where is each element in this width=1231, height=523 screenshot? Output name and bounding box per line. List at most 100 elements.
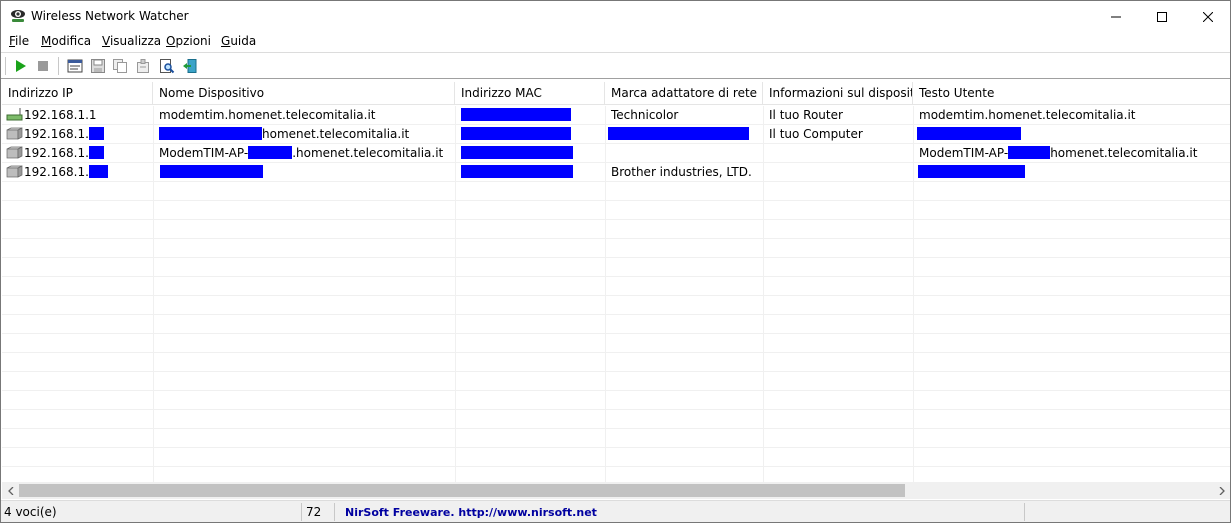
scroll-right-button[interactable] (1213, 482, 1230, 499)
column-header-adapter-brand[interactable]: Marca adattatore di rete (605, 82, 763, 105)
device-list[interactable]: Indirizzo IP Nome Dispositivo Indirizzo … (2, 82, 1230, 482)
column-header-mac[interactable]: Indirizzo MAC (455, 82, 605, 105)
redacted-block (88, 165, 108, 178)
cell-mac (455, 106, 605, 125)
table-row[interactable]: 192.168.1. homenet.telecomitalia.it Il t… (2, 125, 1230, 144)
stop-scan-button[interactable] (34, 57, 52, 75)
column-header-user-text[interactable]: Testo Utente (913, 82, 1230, 105)
redacted-block (88, 127, 104, 140)
table-row[interactable]: 192.168.1. ModemTIM-AP- .homenet.telecomi… (2, 144, 1230, 163)
menu-modifica[interactable]: Modifica (41, 34, 91, 48)
cell-mac (455, 163, 605, 182)
cell-ip: 192.168.1. (2, 163, 153, 182)
exit-button[interactable] (181, 57, 199, 75)
html-report-icon (67, 59, 83, 73)
maximize-button[interactable] (1139, 1, 1185, 32)
empty-row (2, 353, 1230, 372)
ip-address: 192.168.1. (24, 127, 89, 141)
cell-device-name: modemtim.homenet.telecomitalia.it (159, 108, 376, 122)
status-link-cell: NirSoft Freeware. http://www.nirsoft.net (335, 503, 1025, 521)
redacted-block (159, 127, 262, 140)
nirsoft-link[interactable]: NirSoft Freeware. http://www.nirsoft.net (345, 506, 597, 519)
redacted-block (917, 127, 1021, 140)
empty-row (2, 296, 1230, 315)
menu-file[interactable]: File (9, 34, 29, 48)
cell-mac (455, 144, 605, 163)
cell-device-info (763, 144, 913, 163)
redacted-block (461, 165, 573, 178)
cell-adapter-brand: Brother industries, LTD. (611, 165, 752, 179)
toolbar-separator (5, 57, 6, 75)
empty-row (2, 315, 1230, 334)
ip-address: 192.168.1. (24, 146, 89, 160)
cell-ip: 192.168.1. (2, 125, 153, 144)
stop-scan-icon (38, 61, 48, 71)
cell-user-text (913, 163, 1230, 182)
device-name-suffix: homenet.telecomitalia.it (262, 127, 410, 141)
redacted-block (1008, 146, 1051, 159)
column-header-ip[interactable]: Indirizzo IP (2, 82, 153, 105)
title-bar[interactable]: Wireless Network Watcher (1, 1, 1230, 32)
cell-device-name: ModemTIM-AP- .homenet.telecomitalia.it (153, 144, 455, 163)
close-icon (1203, 11, 1213, 22)
copy-icon (113, 59, 127, 73)
empty-row (2, 448, 1230, 467)
empty-row (2, 239, 1230, 258)
menu-bar: File Modifica Visualizza Opzioni Guida (1, 32, 1230, 52)
window-title: Wireless Network Watcher (31, 9, 189, 23)
cell-adapter-brand (605, 144, 763, 163)
table-row[interactable]: 192.168.1.1 modemtim.homenet.telecomital… (2, 106, 1230, 125)
user-text-prefix: ModemTIM-AP- (919, 146, 1009, 160)
menu-guida[interactable]: Guida (221, 34, 256, 48)
start-scan-button[interactable] (11, 57, 29, 75)
device-name-suffix: .homenet.telecomitalia.it (292, 146, 444, 160)
empty-row (2, 277, 1230, 296)
empty-row (2, 410, 1230, 429)
menu-visualizza[interactable]: Visualizza (102, 34, 161, 48)
scroll-left-button[interactable] (2, 482, 19, 499)
redacted-block (160, 165, 263, 178)
empty-row (2, 258, 1230, 277)
close-button[interactable] (1185, 1, 1231, 32)
cell-user-text (913, 125, 1230, 144)
menu-accelerator: G (221, 34, 231, 48)
column-header-device-name[interactable]: Nome Dispositivo (153, 82, 455, 105)
horizontal-scrollbar[interactable] (2, 482, 1230, 499)
copy-button[interactable] (111, 57, 129, 75)
status-item-count: 4 voci(e) (1, 503, 302, 521)
redacted-block (918, 165, 1025, 178)
table-row[interactable]: 192.168.1. Brother industries, LTD. (2, 163, 1230, 182)
save-button[interactable] (89, 57, 107, 75)
cell-adapter-brand: Technicolor (611, 108, 679, 122)
chevron-left-icon (7, 486, 13, 495)
html-report-button[interactable] (66, 57, 84, 75)
cell-mac (455, 125, 605, 144)
properties-icon (137, 59, 149, 73)
cell-user-text: modemtim.homenet.telecomitalia.it (919, 108, 1136, 122)
properties-button[interactable] (134, 57, 152, 75)
cell-device-info: Il tuo Router (769, 108, 843, 122)
minimize-button[interactable] (1093, 1, 1139, 32)
menu-accelerator: F (9, 34, 16, 48)
scroll-thumb[interactable] (19, 484, 905, 497)
empty-row (2, 429, 1230, 448)
app-window: Wireless Network Watcher File Modifica V… (0, 0, 1231, 523)
redacted-block (461, 108, 571, 121)
column-header-device-info[interactable]: Informazioni sul disposit... (763, 82, 913, 105)
empty-row (2, 391, 1230, 410)
device-name-prefix: ModemTIM-AP- (159, 146, 249, 160)
toolbar-separator (58, 57, 59, 75)
menu-opzioni[interactable]: Opzioni (166, 34, 211, 48)
eye-icon (10, 8, 26, 24)
empty-row (2, 334, 1230, 353)
empty-row (2, 467, 1230, 482)
status-bar: 4 voci(e) 72 NirSoft Freeware. http://ww… (1, 500, 1230, 522)
exit-icon (183, 59, 197, 73)
redacted-block (248, 146, 293, 159)
status-empty-cell (1025, 503, 1230, 521)
empty-row (2, 182, 1230, 201)
find-button[interactable] (158, 57, 176, 75)
network-device-icon (6, 146, 23, 159)
cell-ip: 192.168.1.1 (2, 106, 153, 125)
ip-address: 192.168.1.1 (24, 108, 97, 122)
